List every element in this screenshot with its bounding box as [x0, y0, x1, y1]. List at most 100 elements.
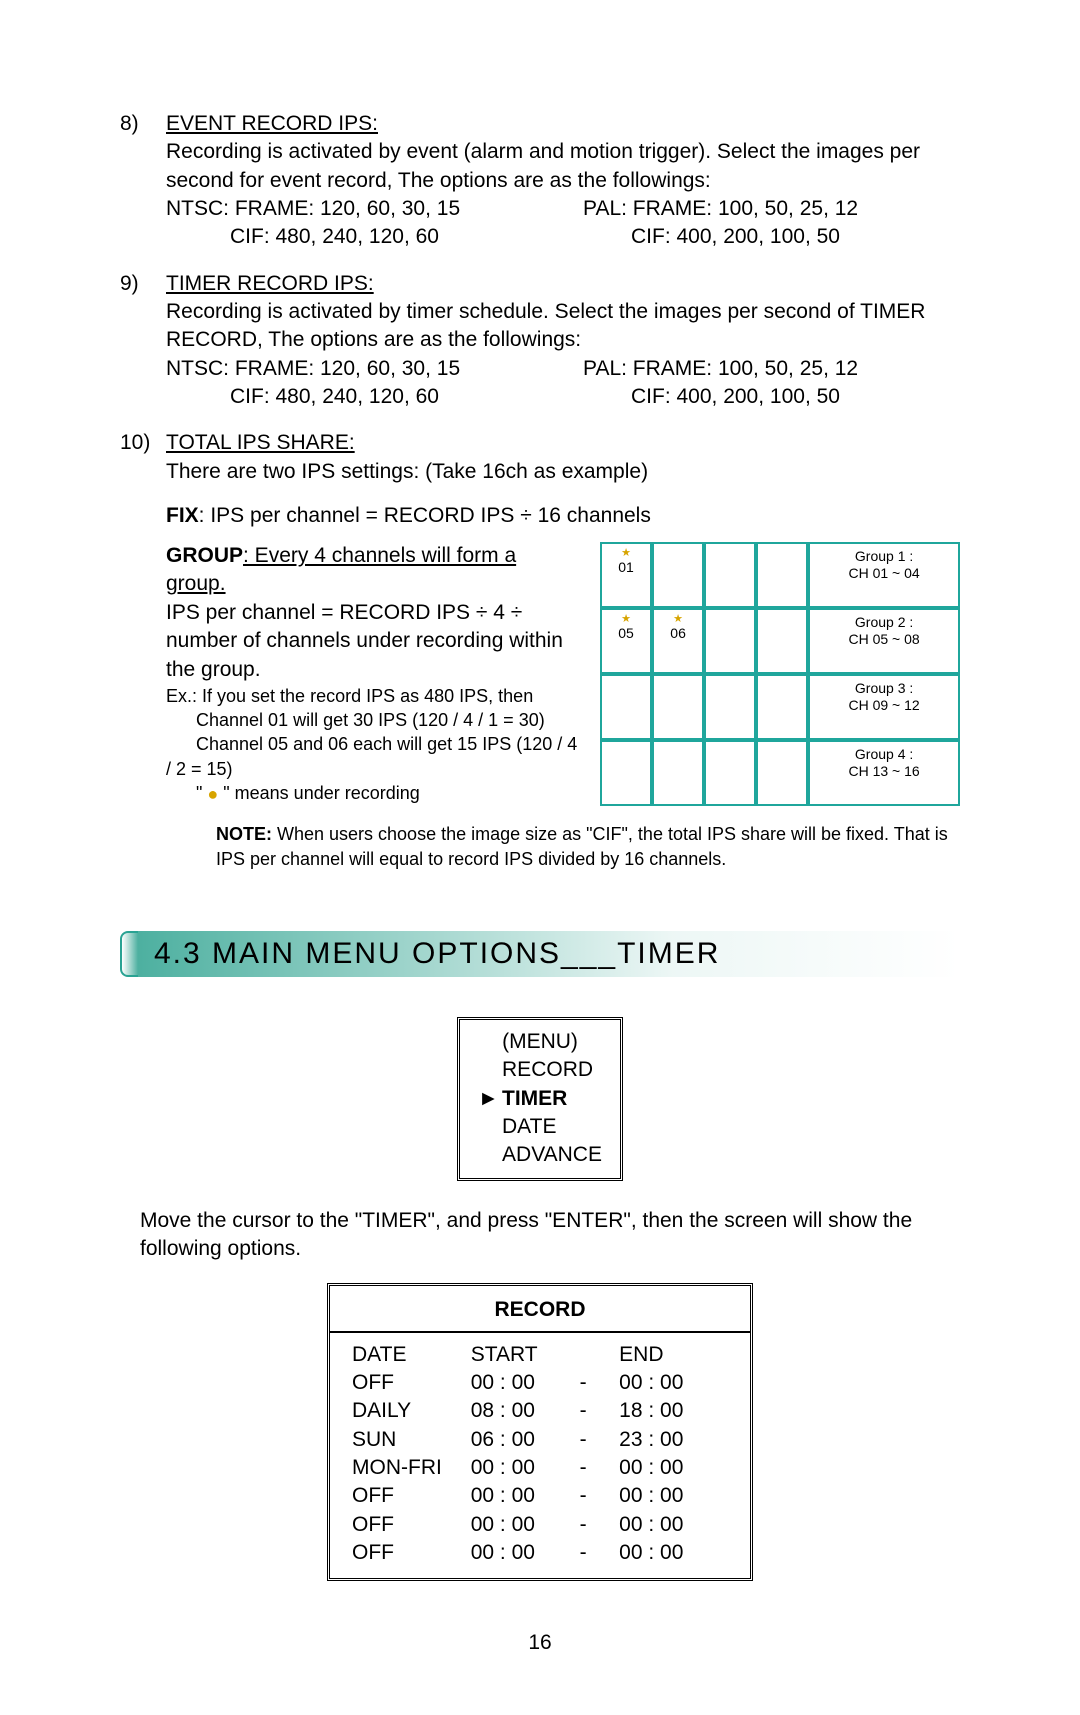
cell-value: 06	[670, 625, 686, 641]
item-text: Recording is activated by event (alarm a…	[166, 140, 920, 191]
record-cell-c1: DAILY	[352, 1397, 471, 1425]
record-cell-dash: -	[580, 1482, 620, 1510]
record-cell-c3: 00 : 00	[619, 1454, 728, 1482]
record-title: RECORD	[330, 1296, 750, 1330]
menu-item: ADVANCE	[478, 1141, 602, 1169]
col-dash	[580, 1341, 620, 1369]
group-line1: Group 1 :	[855, 548, 913, 564]
record-cell-c2: 08 : 00	[471, 1397, 580, 1425]
record-cell-dash: -	[580, 1426, 620, 1454]
ex-intro: Ex.: If you set the record IPS as 480 IP…	[166, 686, 533, 706]
legend-close: " means under recording	[218, 783, 420, 803]
pal-cif: CIF: 400, 200, 100, 50	[583, 385, 840, 408]
cell-value: 05	[618, 625, 634, 641]
record-cell-dash: -	[580, 1397, 620, 1425]
group-cell	[652, 674, 704, 740]
record-cell-dash: -	[580, 1369, 620, 1397]
record-row: OFF00 : 00-00 : 00	[352, 1511, 728, 1539]
menu-item: RECORD	[478, 1056, 602, 1084]
record-cell-c2: 00 : 00	[471, 1369, 580, 1397]
col-date: DATE	[352, 1341, 471, 1369]
fix-label: FIX	[166, 504, 199, 527]
legend: " ● " means under recording	[166, 783, 420, 803]
group-label-cell: Group 3 :CH 09 ~ 12	[808, 674, 960, 740]
heading-accent	[120, 931, 138, 977]
item-number: 10)	[120, 429, 166, 486]
col-start: START	[471, 1341, 580, 1369]
item-title: EVENT RECORD IPS:	[166, 112, 378, 135]
item-title: TOTAL IPS SHARE:	[166, 431, 355, 454]
group-line2: CH 01 ~ 04	[848, 565, 919, 581]
ex-line1: Channel 01 will get 30 IPS (120 / 4 / 1 …	[166, 710, 545, 730]
note-text: When users choose the image size as "CIF…	[216, 824, 948, 868]
recording-dot-icon: ★	[660, 614, 696, 625]
group-cell	[704, 608, 756, 674]
group-cell	[704, 674, 756, 740]
group-line1: Group 3 :	[855, 680, 913, 696]
options-two-col: NTSC: FRAME: 120, 60, 30, 15 CIF: 480, 2…	[166, 355, 960, 412]
col-end: END	[619, 1341, 728, 1369]
record-cell-c3: 00 : 00	[619, 1369, 728, 1397]
record-cell-dash: -	[580, 1539, 620, 1567]
record-cell-c3: 00 : 00	[619, 1539, 728, 1567]
group-cell	[652, 740, 704, 806]
record-row: OFF00 : 00-00 : 00	[352, 1369, 728, 1397]
group-cell: ★06	[652, 608, 704, 674]
menu-paragraph: Move the cursor to the "TIMER", and pres…	[140, 1207, 960, 1264]
record-body: DATE START END OFF00 : 00-00 : 00DAILY08…	[330, 1331, 750, 1568]
item-text: Recording is activated by timer schedule…	[166, 300, 925, 351]
cursor-arrow-icon: ►	[478, 1085, 502, 1113]
record-cell-c1: OFF	[352, 1482, 471, 1510]
record-cell-c2: 00 : 00	[471, 1482, 580, 1510]
group-cell	[704, 740, 756, 806]
options-two-col: NTSC: FRAME: 120, 60, 30, 15 CIF: 480, 2…	[166, 195, 960, 252]
item-number: 9)	[120, 270, 166, 412]
list-item-10: 10) TOTAL IPS SHARE: There are two IPS s…	[120, 429, 960, 486]
group-label: GROUP	[166, 544, 243, 567]
fix-line: FIX: IPS per channel = RECORD IPS ÷ 16 c…	[166, 504, 960, 528]
group-cell	[756, 740, 808, 806]
group-line1: Group 2 :	[855, 614, 913, 630]
record-cell-c3: 18 : 00	[619, 1397, 728, 1425]
group-line2: CH 05 ~ 08	[848, 631, 919, 647]
group-line2: CH 13 ~ 16	[848, 763, 919, 779]
group-cell	[704, 542, 756, 608]
record-cell-dash: -	[580, 1454, 620, 1482]
record-row: DAILY08 : 00-18 : 00	[352, 1397, 728, 1425]
record-cell-c1: MON-FRI	[352, 1454, 471, 1482]
group-label-cell: Group 1 :CH 01 ~ 04	[808, 542, 960, 608]
menu-item-label: RECORD	[502, 1056, 593, 1084]
ntsc-cif: CIF: 480, 240, 120, 60	[166, 385, 439, 408]
ntsc-frame: NTSC: FRAME: 120, 60, 30, 15	[166, 357, 460, 380]
group-text: GROUP: Every 4 channels will form a grou…	[166, 542, 580, 806]
menu-box-wrap: (MENU) RECORD►TIMERDATEADVANCE	[120, 1017, 960, 1181]
pal-frame: PAL: FRAME: 100, 50, 25, 12	[583, 357, 858, 380]
group-block: GROUP: Every 4 channels will form a grou…	[166, 542, 960, 806]
item-body: EVENT RECORD IPS: Recording is activated…	[166, 110, 960, 252]
recording-dot-icon: ★	[608, 614, 644, 625]
record-cell-c1: OFF	[352, 1511, 471, 1539]
list-item-8: 8) EVENT RECORD IPS: Recording is activa…	[120, 110, 960, 252]
group-cell	[756, 542, 808, 608]
fix-text: : IPS per channel = RECORD IPS ÷ 16 chan…	[199, 504, 651, 527]
record-cell-c1: OFF	[352, 1369, 471, 1397]
group-cell	[652, 542, 704, 608]
group-example: Ex.: If you set the record IPS as 480 IP…	[166, 684, 580, 807]
document-page: 8) EVENT RECORD IPS: Recording is activa…	[0, 0, 1080, 1715]
legend-open: "	[196, 783, 207, 803]
menu-item-label: DATE	[502, 1113, 556, 1141]
group-table: ★01Group 1 :CH 01 ~ 04★05★06Group 2 :CH …	[600, 542, 960, 806]
note-label: NOTE:	[216, 824, 272, 844]
record-cell-c2: 00 : 00	[471, 1511, 580, 1539]
ntsc-frame: NTSC: FRAME: 120, 60, 30, 15	[166, 197, 460, 220]
record-row: SUN06 : 00-23 : 00	[352, 1426, 728, 1454]
group-text1: IPS per channel = RECORD IPS ÷ 4 ÷ numbe…	[166, 601, 563, 681]
cell-value: 01	[618, 559, 634, 575]
heading-text: 4.3 MAIN MENU OPTIONS___TIMER	[138, 931, 960, 977]
menu-item-label: ADVANCE	[502, 1141, 602, 1169]
record-row: OFF00 : 00-00 : 00	[352, 1482, 728, 1510]
group-cell	[756, 674, 808, 740]
record-cell-c3: 00 : 00	[619, 1511, 728, 1539]
page-number: 16	[120, 1631, 960, 1655]
pal-cif: CIF: 400, 200, 100, 50	[583, 225, 840, 248]
